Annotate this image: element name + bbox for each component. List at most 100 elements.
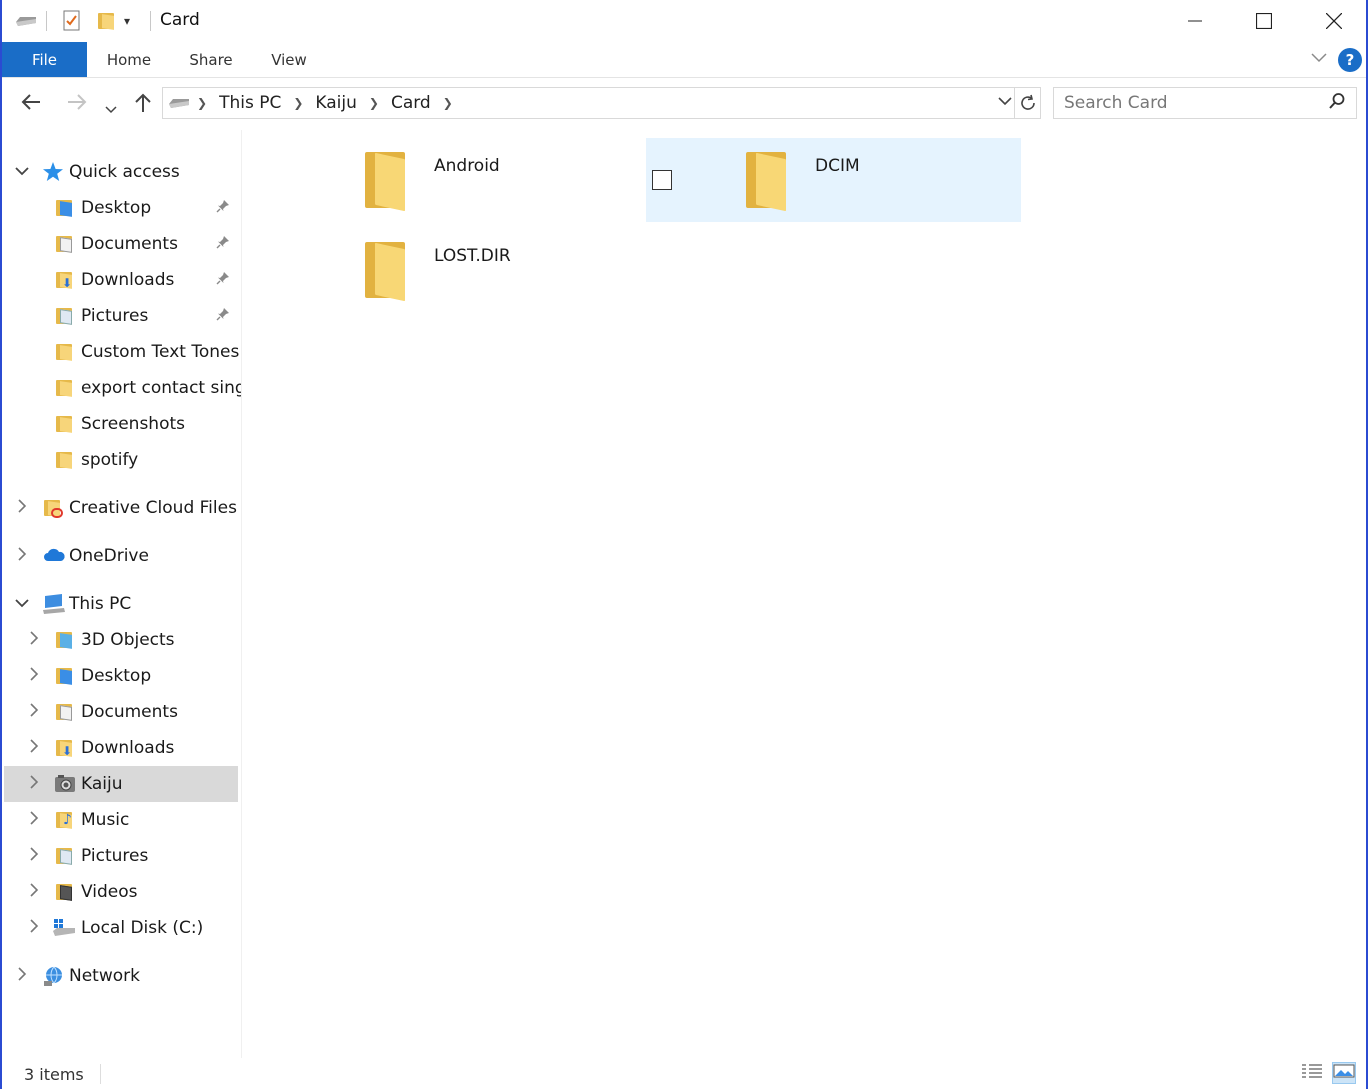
chevron-right-icon[interactable] — [26, 919, 42, 937]
sidebar-item-screenshots[interactable]: Screenshots — [4, 406, 238, 442]
sidebar-item-pc-documents[interactable]: Documents — [4, 694, 238, 730]
address-bar[interactable]: ❯ This PC ❯ Kaiju ❯ Card ❯ — [162, 87, 1041, 119]
search-icon[interactable] — [1328, 92, 1346, 115]
title-bar: ▾ Card — [2, 0, 1366, 42]
chevron-down-icon[interactable] — [14, 164, 30, 180]
sidebar-item-this-pc[interactable]: This PC — [4, 586, 238, 622]
sidebar-item-quick-access[interactable]: Quick access — [4, 154, 238, 190]
sidebar-item-pictures[interactable]: Pictures — [4, 298, 238, 334]
sidebar-item-local-disk[interactable]: Local Disk (C:) — [4, 910, 238, 946]
pin-icon[interactable] — [216, 199, 230, 217]
chevron-right-icon[interactable] — [14, 547, 30, 565]
chevron-right-icon[interactable] — [26, 703, 42, 721]
chevron-right-icon[interactable] — [26, 667, 42, 685]
breadcrumb-separator-icon[interactable]: ❯ — [197, 96, 207, 110]
sidebar-item-creative-cloud[interactable]: Creative Cloud Files — [4, 490, 238, 526]
documents-folder-icon — [54, 702, 74, 722]
maximize-button[interactable] — [1229, 0, 1299, 42]
recent-locations-button[interactable] — [105, 96, 117, 120]
network-icon — [42, 965, 64, 987]
sidebar-item-label: Documents — [81, 702, 178, 722]
sidebar-item-label: Screenshots — [81, 414, 186, 434]
chevron-right-icon[interactable] — [26, 739, 42, 757]
star-icon — [42, 161, 64, 183]
folder-icon — [363, 150, 411, 214]
details-view-button[interactable] — [1300, 1062, 1324, 1084]
back-button[interactable] — [20, 92, 42, 117]
sidebar-item-3d-objects[interactable]: 3D Objects — [4, 622, 238, 658]
forward-button[interactable] — [66, 92, 88, 117]
chevron-right-icon[interactable] — [26, 811, 42, 829]
3d-objects-icon — [54, 630, 74, 650]
refresh-button[interactable] — [1014, 88, 1040, 118]
sidebar-item-label: OneDrive — [69, 546, 149, 566]
window-title: Card — [160, 10, 200, 30]
sidebar-item-spotify[interactable]: spotify — [4, 442, 238, 478]
new-folder-icon[interactable] — [96, 9, 116, 33]
chevron-down-icon — [105, 106, 117, 114]
breadcrumb-separator-icon[interactable]: ❯ — [369, 96, 379, 110]
address-history-button[interactable] — [998, 94, 1012, 110]
close-button[interactable] — [1299, 0, 1368, 42]
customize-toolbar-icon[interactable]: ▾ — [124, 9, 130, 33]
breadcrumb-separator-icon[interactable]: ❯ — [293, 96, 303, 110]
pictures-folder-icon — [54, 846, 74, 866]
sidebar-item-label: Quick access — [69, 162, 180, 182]
folder-item-lost-dir[interactable]: LOST.DIR — [265, 228, 640, 312]
sidebar-item-pc-desktop[interactable]: Desktop — [4, 658, 238, 694]
pin-icon[interactable] — [216, 271, 230, 289]
sidebar-item-label: Desktop — [81, 666, 152, 686]
breadcrumb-kaiju[interactable]: Kaiju — [315, 93, 357, 113]
local-disk-icon — [52, 918, 75, 940]
selection-checkbox[interactable] — [652, 170, 672, 190]
sidebar-item-network[interactable]: Network — [4, 958, 238, 994]
sidebar-item-pc-downloads[interactable]: ⬇ Downloads — [4, 730, 238, 766]
sidebar-item-desktop[interactable]: Desktop — [4, 190, 238, 226]
chevron-right-icon[interactable] — [26, 631, 42, 649]
sidebar-item-label: Downloads — [81, 270, 175, 290]
chevron-right-icon[interactable] — [14, 967, 30, 985]
close-icon — [1326, 13, 1342, 29]
expand-ribbon-icon[interactable] — [1310, 48, 1328, 67]
details-view-icon — [1302, 1064, 1322, 1078]
chevron-right-icon[interactable] — [14, 499, 30, 517]
up-button[interactable] — [133, 92, 153, 119]
chevron-right-icon[interactable] — [26, 883, 42, 901]
tab-file[interactable]: File — [2, 42, 87, 77]
sidebar-item-videos[interactable]: Videos — [4, 874, 238, 910]
sidebar-item-pc-pictures[interactable]: Pictures — [4, 838, 238, 874]
sidebar-item-music[interactable]: ♪ Music — [4, 802, 238, 838]
large-icons-view-button[interactable] — [1332, 1062, 1356, 1084]
drive-icon[interactable] — [14, 9, 38, 33]
search-input[interactable] — [1054, 88, 1314, 118]
tab-home[interactable]: Home — [98, 42, 160, 77]
tab-share[interactable]: Share — [180, 42, 242, 77]
chevron-right-icon[interactable] — [26, 847, 42, 865]
pin-icon[interactable] — [216, 235, 230, 253]
toolbar-separator — [46, 11, 47, 31]
search-box[interactable] — [1053, 87, 1357, 119]
sidebar-item-downloads[interactable]: ⬇ Downloads — [4, 262, 238, 298]
sidebar-item-onedrive[interactable]: OneDrive — [4, 538, 238, 574]
breadcrumb-separator-icon[interactable]: ❯ — [443, 96, 453, 110]
drive-icon — [167, 95, 191, 111]
tab-view[interactable]: View — [260, 42, 318, 77]
sidebar-item-kaiju[interactable]: Kaiju — [4, 766, 238, 802]
sidebar-item-custom-text-tones[interactable]: Custom Text Tones S — [4, 334, 241, 370]
sidebar-item-label: Network — [69, 966, 140, 986]
sidebar-item-export-contact[interactable]: export contact singl — [4, 370, 241, 406]
breadcrumb-card[interactable]: Card — [391, 93, 431, 113]
documents-folder-icon — [54, 234, 74, 254]
folder-item-android[interactable]: Android — [265, 138, 640, 222]
desktop-folder-icon — [54, 198, 74, 218]
pin-icon[interactable] — [216, 307, 230, 325]
sidebar-item-documents[interactable]: Documents — [4, 226, 238, 262]
help-button[interactable]: ? — [1338, 48, 1362, 72]
properties-icon[interactable] — [62, 9, 82, 33]
chevron-down-icon[interactable] — [14, 596, 30, 612]
folder-item-dcim[interactable]: DCIM — [646, 138, 1021, 222]
breadcrumb-this-pc[interactable]: This PC — [219, 93, 281, 113]
folder-icon — [54, 342, 74, 362]
minimize-button[interactable] — [1160, 0, 1230, 42]
chevron-right-icon[interactable] — [26, 775, 42, 793]
